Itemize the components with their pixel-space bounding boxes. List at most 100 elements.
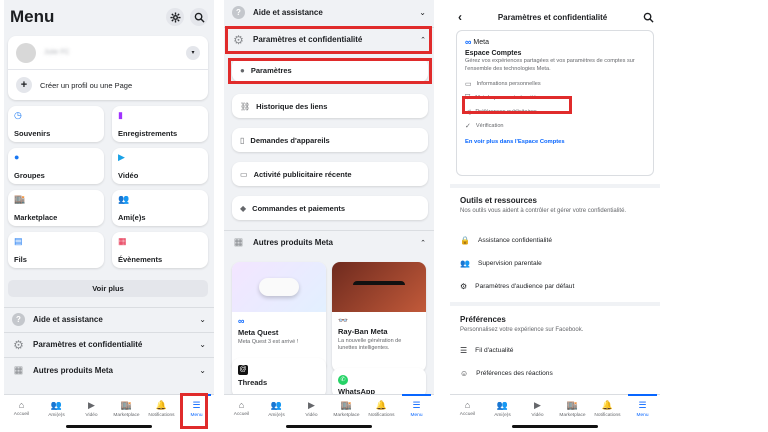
- tab-menu[interactable]: ☰ Menu: [399, 394, 434, 432]
- tab-label: Accueil: [459, 412, 476, 417]
- tools-desc: Nos outils vous aident à contrôler et gé…: [460, 208, 627, 214]
- shortcut-tile[interactable]: ◷ Souvenirs: [8, 106, 104, 142]
- home-icon: ⌂: [464, 400, 471, 410]
- chevron-down-icon: ⌄: [419, 7, 426, 17]
- create-profile-row[interactable]: + Créer un profil ou une Page: [8, 70, 208, 100]
- home-indicator: [512, 425, 598, 428]
- section-help[interactable]: ? Aide et assistance ⌄: [4, 307, 214, 331]
- id-card-icon: ▭: [465, 81, 472, 89]
- tab-home[interactable]: ⌂ Accueil: [224, 395, 259, 432]
- shortcut-tile[interactable]: 🏬 Marketplace: [8, 190, 104, 226]
- product-desc: La nouvelle génération de lunettes intel…: [338, 338, 402, 352]
- marketplace-icon: 🏬: [14, 194, 26, 204]
- video-icon: ▶: [308, 400, 315, 410]
- people-icon: 👥: [460, 258, 470, 268]
- shortcut-tile[interactable]: ▮ Enregistrements: [112, 106, 208, 142]
- accounts-center-item[interactable]: ✓ Vérification: [465, 119, 645, 133]
- friends-icon: 👥: [118, 194, 130, 204]
- settings-submenu-label: Commandes et paiements: [252, 203, 346, 213]
- marketplace-icon: 🏬: [340, 400, 353, 410]
- menu-header: Menu: [10, 6, 208, 28]
- home-icon: ⌂: [18, 400, 25, 410]
- home-icon: ⌂: [238, 400, 245, 410]
- marketplace-icon: 🏬: [120, 400, 133, 410]
- tab-home[interactable]: ⌂ Accueil: [450, 395, 485, 432]
- section-meta-products-label: Autres produits Meta: [253, 238, 334, 247]
- grid-apps-icon: ▦: [13, 365, 24, 376]
- see-more-button[interactable]: Voir plus: [8, 280, 208, 297]
- accounts-center-title: Espace Comptes: [465, 50, 522, 57]
- meta-logo: ∞ Meta: [465, 37, 489, 47]
- section-help-label: Aide et assistance: [253, 7, 323, 17]
- profile-card: Julie FC ▾ + Créer un profil ou une Page: [8, 36, 208, 100]
- chevron-up-icon: ⌃: [420, 239, 426, 247]
- settings-submenu-item[interactable]: ◆ Commandes et paiements: [232, 196, 428, 220]
- shortcut-tile[interactable]: ▶ Vidéo: [112, 148, 208, 184]
- tab-label: Notifications: [594, 413, 621, 418]
- accounts-center-item[interactable]: ▭ Informations personnelles: [465, 77, 645, 91]
- tab-menu[interactable]: ☰ Menu: [179, 394, 214, 432]
- marketplace-icon: 🏬: [566, 400, 579, 410]
- profile-name: Julie FC: [44, 49, 70, 56]
- accounts-center-link[interactable]: En voir plus dans l'Espace Comptes: [465, 139, 645, 145]
- feeds-icon: ▤: [14, 236, 23, 246]
- home-indicator: [66, 425, 152, 428]
- shortcut-tile[interactable]: 👥 Ami(e)s: [112, 190, 208, 226]
- settings-submenu-label: Activité publicitaire récente: [253, 169, 352, 179]
- section-settings[interactable]: ⚙ Paramètres et confidentialité ⌃: [224, 27, 434, 51]
- bell-icon: 🔔: [155, 400, 168, 410]
- settings-list-item[interactable]: ⚙ Paramètres d'audience par défaut: [460, 279, 650, 293]
- chevron-down-icon: ⌄: [199, 315, 206, 324]
- groups-icon: ●: [14, 152, 20, 162]
- settings-submenu-label: Paramètres: [250, 65, 292, 75]
- tab-label: Notifications: [148, 413, 175, 418]
- shortcut-tile[interactable]: ● Groupes: [8, 148, 104, 184]
- chevron-down-icon[interactable]: ▾: [186, 45, 200, 60]
- section-settings[interactable]: ⚙ Paramètres et confidentialité ⌄: [4, 332, 214, 356]
- settings-list-item[interactable]: 🔒 Assistance confidentialité: [460, 233, 650, 247]
- shortcut-tile[interactable]: ▤ Fils: [8, 232, 104, 268]
- section-meta-products[interactable]: ▦ Autres produits Meta ⌃: [224, 230, 434, 254]
- chevron-down-icon: ⌄: [199, 340, 206, 349]
- accounts-center-item[interactable]: ◁ Préférences publicitaires: [465, 105, 645, 119]
- settings-gear-button[interactable]: [166, 8, 184, 26]
- user-icon: ●: [240, 65, 245, 75]
- clock-icon: ◷: [14, 110, 22, 120]
- friends-icon: 👥: [270, 400, 283, 410]
- gear-icon: ⚙: [233, 32, 244, 47]
- settings-submenu-item[interactable]: ● Paramètres: [232, 58, 428, 82]
- section-help[interactable]: ? Aide et assistance ⌄: [224, 0, 434, 24]
- tab-home[interactable]: ⌂ Accueil: [4, 395, 39, 432]
- section-meta-products[interactable]: ▦ Autres produits Meta ⌄: [4, 357, 214, 383]
- settings-submenu-label: Historique des liens: [256, 101, 328, 111]
- friends-icon: 👥: [50, 400, 63, 410]
- settings-list-item[interactable]: ☺ Préférences des réactions: [460, 366, 650, 380]
- settings-list-item[interactable]: 👥 Supervision parentale: [460, 256, 650, 270]
- shortcut-tile[interactable]: ▦ Évènements: [112, 232, 208, 268]
- settings-list-item[interactable]: ☰ Fil d'actualité: [460, 343, 650, 357]
- product-card-ray-ban-meta[interactable]: 👓 Ray-Ban Meta La nouvelle génération de…: [332, 262, 426, 372]
- product-card-meta-quest[interactable]: ∞ Meta Quest Meta Quest 3 est arrivé !: [232, 262, 326, 372]
- section-meta-products-label: Autres produits Meta: [33, 366, 114, 375]
- settings-submenu-item[interactable]: ▯ Demandes d'appareils: [232, 128, 428, 152]
- divider: [450, 302, 660, 306]
- settings-submenu-item[interactable]: ▭ Activité publicitaire récente: [232, 162, 428, 186]
- menu-screen: Menu Julie FC ▾ + Créer un profil ou une…: [4, 0, 214, 432]
- settings-list-item-label: Supervision parentale: [477, 259, 542, 267]
- profile-row[interactable]: Julie FC ▾: [8, 36, 208, 70]
- product-card-threads[interactable]: @ Threads: [232, 358, 326, 398]
- settings-privacy-screen: ‹ Paramètres et confidentialité ∞ Meta E…: [450, 0, 660, 432]
- accounts-center-item[interactable]: ⛉ Mot de passe et sécurité: [465, 91, 645, 105]
- tab-menu[interactable]: ☰ Menu: [625, 394, 660, 432]
- meta-icon: ∞: [238, 316, 245, 326]
- create-profile-label: Créer un profil ou une Page: [40, 80, 133, 90]
- search-icon[interactable]: [643, 12, 654, 23]
- shortcut-grid: ◷ Souvenirs ▮ Enregistrements ● Groupes ▶ Vidéo…: [8, 106, 208, 268]
- lock-icon: 🔒: [460, 235, 470, 245]
- check-badge-icon: ✓: [465, 123, 471, 131]
- search-icon: [194, 12, 205, 23]
- tab-label: Marketplace: [333, 413, 360, 418]
- help-icon: ?: [12, 313, 25, 326]
- settings-submenu-item[interactable]: ⛓ Historique des liens: [232, 94, 428, 118]
- search-button[interactable]: [190, 8, 208, 26]
